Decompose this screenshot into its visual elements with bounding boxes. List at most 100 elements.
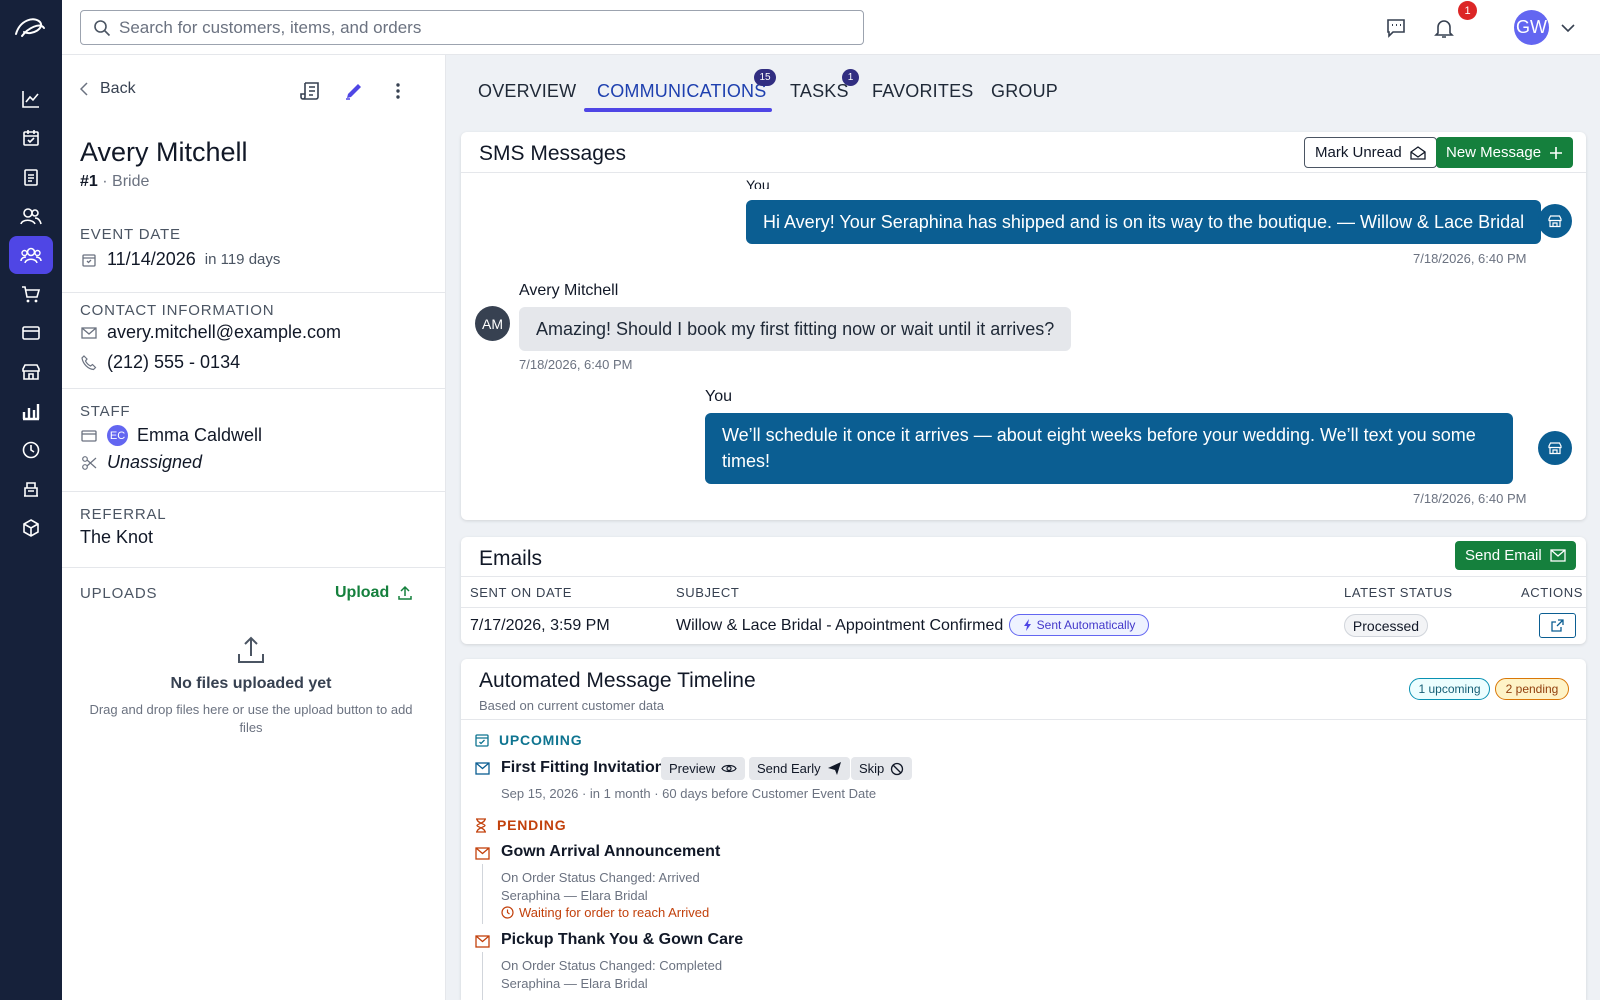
pending-item-title: Pickup Thank You & Gown Care xyxy=(501,931,744,948)
divider xyxy=(461,576,1586,577)
customers-icon[interactable] xyxy=(9,197,53,235)
event-date-value: 11/14/2026 xyxy=(107,249,196,269)
divider xyxy=(62,491,446,492)
status-badge: Processed xyxy=(1344,614,1428,637)
search-box[interactable] xyxy=(80,10,864,45)
pending-section-header: PENDING xyxy=(475,817,566,833)
more-options-icon[interactable] xyxy=(386,79,410,103)
upload-button[interactable]: Upload xyxy=(335,584,413,602)
pending-item-trigger: On Order Status Changed: Arrived xyxy=(501,870,700,885)
store-icon xyxy=(1538,431,1572,465)
staff-avatar: EC xyxy=(107,425,128,446)
event-date-relative: in 119 days xyxy=(204,251,281,268)
emails-card: Emails Send Email SENT ON DATE SUBJECT L… xyxy=(461,537,1586,644)
send-early-button[interactable]: Send Early xyxy=(749,757,850,780)
tab-overview[interactable]: OVERVIEW xyxy=(478,81,576,102)
open-email-button[interactable] xyxy=(1539,613,1576,638)
tasks-count-badge: 1 xyxy=(842,69,859,86)
message-timestamp: 7/18/2026, 6:40 PM xyxy=(519,357,633,372)
hourglass-icon xyxy=(475,817,487,833)
email-row[interactable]: avery.mitchell@example.com xyxy=(80,322,341,343)
sms-message-outgoing: We’ll schedule it once it arrives — abou… xyxy=(705,413,1513,484)
uploads-label: UPLOADS xyxy=(80,585,158,602)
history-icon[interactable] xyxy=(9,431,53,469)
preview-button[interactable]: Preview xyxy=(661,757,746,780)
customers-active-icon[interactable] xyxy=(9,236,53,274)
column-header-status[interactable]: LATEST STATUS xyxy=(1344,585,1453,600)
register-icon[interactable] xyxy=(9,470,53,508)
event-date-row: 11/14/2026 in 119 days xyxy=(80,249,280,270)
email-subject[interactable]: Willow & Lace Bridal - Appointment Confi… xyxy=(676,617,1003,635)
mail-icon xyxy=(80,324,98,342)
referral-value: The Knot xyxy=(80,527,154,547)
pending-item-order: Seraphina — Elara Bridal xyxy=(501,888,648,903)
plus-icon xyxy=(1549,146,1563,160)
tab-favorites[interactable]: FAVORITES xyxy=(872,81,974,102)
customer-phone[interactable]: (212) 555 - 0134 xyxy=(107,352,240,373)
column-header-subject[interactable]: SUBJECT xyxy=(676,585,739,600)
sms-message-incoming: Amazing! Should I book my first fitting … xyxy=(519,307,1072,351)
clipboard-icon[interactable] xyxy=(9,158,53,196)
tab-communications[interactable]: COMMUNICATIONS xyxy=(597,81,766,102)
new-message-button[interactable]: New Message xyxy=(1436,137,1574,168)
chevron-down-icon[interactable] xyxy=(1554,14,1582,42)
receipt-icon[interactable] xyxy=(298,79,322,103)
calendar-icon[interactable] xyxy=(9,119,53,157)
back-button[interactable]: Back xyxy=(80,80,136,98)
tab-group[interactable]: GROUP xyxy=(991,81,1058,102)
staff-name[interactable]: Emma Caldwell xyxy=(137,425,262,446)
register-icon xyxy=(80,427,98,445)
sms-title: SMS Messages xyxy=(479,142,627,165)
divider xyxy=(62,567,446,568)
package-icon[interactable] xyxy=(9,509,53,547)
upload-label: Upload xyxy=(335,584,390,601)
notification-count-badge: 1 xyxy=(1458,1,1477,20)
upcoming-section-header: UPCOMING xyxy=(475,732,582,748)
messages-icon[interactable] xyxy=(1382,14,1410,42)
message-timestamp: 7/18/2026, 6:40 PM xyxy=(1413,251,1527,266)
staff-label: STAFF xyxy=(80,403,131,420)
user-avatar[interactable]: GW xyxy=(1514,10,1549,45)
eye-icon xyxy=(721,763,737,774)
divider xyxy=(62,388,446,389)
envelope-open-icon xyxy=(1410,145,1426,160)
search-input[interactable] xyxy=(119,17,839,38)
customer-role: Bride xyxy=(112,173,150,190)
mark-unread-button[interactable]: Mark Unread xyxy=(1304,137,1437,168)
column-header-sent-on[interactable]: SENT ON DATE xyxy=(470,585,572,600)
edit-pencil-icon[interactable] xyxy=(342,79,366,103)
customer-panel: Back Avery Mitchell #1 · Bride EVENT DAT… xyxy=(62,55,446,1000)
stylist-unassigned[interactable]: Unassigned xyxy=(107,452,202,473)
pending-item-waiting: Waiting for order to reach Arrived xyxy=(501,905,709,920)
send-email-label: Send Email xyxy=(1465,547,1542,564)
external-link-icon xyxy=(1550,618,1565,633)
calendar-icon xyxy=(80,251,98,269)
bell-icon[interactable] xyxy=(1430,14,1458,42)
customer-id: #1 xyxy=(80,173,98,190)
analytics-icon[interactable] xyxy=(9,80,53,118)
stylist-row[interactable]: Unassigned xyxy=(80,452,202,473)
tab-tasks[interactable]: TASKS xyxy=(790,81,849,102)
mail-icon xyxy=(1550,549,1566,562)
staff-row[interactable]: EC Emma Caldwell xyxy=(80,425,262,446)
phone-row[interactable]: (212) 555 - 0134 xyxy=(80,352,240,373)
mail-icon xyxy=(475,847,490,860)
upcoming-item-title: First Fitting Invitation xyxy=(501,759,665,776)
send-email-button[interactable]: Send Email xyxy=(1455,541,1576,570)
active-tab-indicator xyxy=(584,108,772,112)
bar-chart-icon[interactable] xyxy=(9,392,53,430)
communications-count-badge: 15 xyxy=(754,69,776,86)
sms-card: SMS Messages Mark Unread New Message You… xyxy=(461,132,1586,520)
skip-button[interactable]: Skip xyxy=(851,757,913,780)
waiting-text: Waiting for order to reach Arrived xyxy=(519,905,710,920)
pending-item-title: Gown Arrival Announcement xyxy=(501,843,721,860)
app-logo-icon[interactable] xyxy=(10,12,50,44)
mail-icon xyxy=(475,762,490,775)
store-icon[interactable] xyxy=(9,353,53,391)
store-icon xyxy=(1538,204,1572,238)
preview-label: Preview xyxy=(669,761,716,776)
cart-icon[interactable] xyxy=(9,275,53,313)
card-icon[interactable] xyxy=(9,314,53,352)
pending-label: PENDING xyxy=(497,817,567,833)
customer-email[interactable]: avery.mitchell@example.com xyxy=(107,322,341,343)
